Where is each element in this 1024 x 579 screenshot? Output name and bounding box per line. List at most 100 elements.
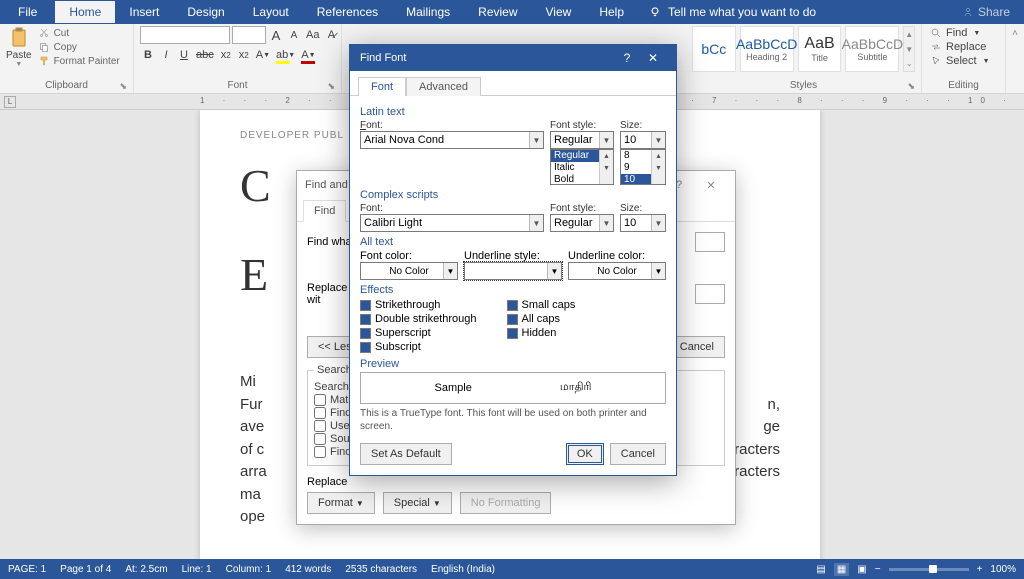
tab-font[interactable]: Font [358, 77, 406, 96]
style-tile-title[interactable]: AaBTitle [798, 26, 842, 72]
tab-home[interactable]: Home [55, 1, 115, 23]
size-listbox[interactable]: 8 9 10 ▲▼ [620, 149, 666, 185]
ok-button[interactable]: OK [566, 443, 604, 465]
complex-font-combo[interactable]: Calibri Light▼ [360, 214, 544, 232]
strikethrough-button[interactable]: abc [194, 46, 216, 64]
latin-font-combo[interactable]: Arial Nova Cond▼ [360, 131, 544, 149]
subscript-checkbox[interactable]: Subscript [360, 340, 477, 354]
status-words[interactable]: 412 words [285, 564, 331, 575]
style-tile-subtitle[interactable]: AaBbCcDSubtitle [845, 26, 899, 72]
special-button[interactable]: Special [383, 492, 452, 514]
help-button[interactable]: ? [614, 51, 640, 65]
tab-file[interactable]: File [0, 1, 55, 23]
format-painter-button[interactable]: Format Painter [36, 54, 122, 68]
zoom-in-button[interactable]: + [977, 564, 983, 575]
complex-style-combo[interactable]: Regular▼ [550, 214, 614, 232]
cancel-button[interactable]: Cancel [669, 336, 725, 358]
font-color-button[interactable]: A▼ [299, 46, 317, 64]
style-listbox[interactable]: Regular Italic Bold ▲▼ [550, 149, 614, 185]
small-caps-checkbox[interactable]: Small caps [507, 298, 576, 312]
ribbon-collapse-button[interactable]: ˄ [1006, 24, 1024, 93]
tab-insert[interactable]: Insert [115, 1, 173, 23]
find-label: Find [946, 27, 967, 39]
font-name-select[interactable] [140, 26, 230, 44]
bold-button[interactable]: B [140, 46, 156, 64]
web-layout-icon[interactable]: ▣ [857, 564, 866, 575]
italic-button[interactable]: I [158, 46, 174, 64]
chevron-up-icon[interactable]: ▲ [600, 150, 613, 162]
status-chars[interactable]: 2535 characters [345, 564, 417, 575]
cut-button[interactable]: Cut [36, 26, 122, 40]
copy-button[interactable]: Copy [36, 40, 122, 54]
paste-button[interactable]: Paste ▼ [6, 26, 32, 68]
status-at[interactable]: At: 2.5cm [125, 564, 167, 575]
underline-style-combo[interactable]: ▼ [464, 262, 562, 280]
tab-help[interactable]: Help [585, 1, 638, 23]
styles-scroll[interactable]: ▲▼⌄ [903, 26, 915, 72]
replace-button[interactable]: Replace [928, 40, 992, 54]
clipboard-launcher-icon[interactable]: ⬊ [119, 81, 127, 92]
tell-me-search[interactable]: Tell me what you want to do [648, 5, 816, 19]
tab-advanced[interactable]: Advanced [406, 77, 481, 96]
subscript-button[interactable]: x2 [218, 46, 234, 64]
tab-mailings[interactable]: Mailings [392, 1, 464, 23]
change-case-button[interactable]: Aa [304, 26, 321, 44]
styles-launcher-icon[interactable]: ⬊ [907, 81, 915, 92]
find-font-titlebar[interactable]: Find Font ? ✕ [350, 45, 676, 71]
zoom-thumb[interactable] [929, 565, 937, 573]
tab-find[interactable]: Find [303, 200, 346, 222]
select-button[interactable]: Select▼ [928, 54, 992, 68]
status-column[interactable]: Column: 1 [226, 564, 272, 575]
tab-layout[interactable]: Layout [239, 1, 303, 23]
chevron-up-icon[interactable]: ▲ [652, 150, 665, 162]
format-button[interactable]: Format [307, 492, 375, 514]
close-button[interactable]: ✕ [695, 179, 727, 192]
zoom-out-button[interactable]: − [875, 564, 881, 575]
set-default-button[interactable]: Set As Default [360, 443, 452, 465]
tab-review[interactable]: Review [464, 1, 531, 23]
latin-size-combo[interactable]: 10▼ [620, 131, 666, 149]
underline-color-combo[interactable]: No Color▼ [568, 262, 666, 280]
tab-references[interactable]: References [303, 1, 392, 23]
find-button[interactable]: Find▼ [928, 26, 992, 40]
status-page[interactable]: PAGE: 1 [8, 564, 46, 575]
find-what-input[interactable] [695, 232, 725, 252]
grow-font-button[interactable]: A [268, 26, 284, 44]
print-layout-icon[interactable]: ▦ [834, 563, 849, 576]
superscript-checkbox[interactable]: Superscript [360, 326, 477, 340]
font-color-combo[interactable]: No Color▼ [360, 262, 458, 280]
clear-formatting-button[interactable]: A̷ [323, 26, 339, 44]
cancel-button[interactable]: Cancel [610, 443, 666, 465]
replace-with-input[interactable] [695, 284, 725, 304]
zoom-level[interactable]: 100% [990, 564, 1016, 575]
complex-size-combo[interactable]: 10▼ [620, 214, 666, 232]
style-tile-0[interactable]: bCc [692, 26, 736, 72]
shrink-font-button[interactable]: A [286, 26, 302, 44]
text-effects-button[interactable]: A▼ [254, 46, 272, 64]
close-button[interactable]: ✕ [640, 51, 666, 65]
tab-selector[interactable]: L [4, 96, 16, 108]
tab-view[interactable]: View [532, 1, 586, 23]
zoom-slider[interactable] [889, 568, 969, 571]
share-button[interactable]: Share [962, 5, 1010, 19]
hidden-checkbox[interactable]: Hidden [507, 326, 576, 340]
lightbulb-icon [648, 5, 662, 19]
latin-style-combo[interactable]: Regular▼ [550, 131, 614, 149]
font-size-select[interactable] [232, 26, 266, 44]
chevron-down-icon[interactable]: ▼ [652, 162, 665, 174]
read-mode-icon[interactable]: ▤ [816, 564, 825, 575]
underline-button[interactable]: U [176, 46, 192, 64]
status-language[interactable]: English (India) [431, 564, 495, 575]
strikethrough-checkbox[interactable]: Strikethrough [360, 298, 477, 312]
highlight-button[interactable]: ab▼ [274, 46, 297, 64]
no-formatting-button[interactable]: No Formatting [460, 492, 552, 514]
double-strikethrough-checkbox[interactable]: Double strikethrough [360, 312, 477, 326]
status-line[interactable]: Line: 1 [182, 564, 212, 575]
chevron-down-icon[interactable]: ▼ [600, 162, 613, 174]
font-launcher-icon[interactable]: ⬊ [327, 81, 335, 92]
all-caps-checkbox[interactable]: All caps [507, 312, 576, 326]
tab-design[interactable]: Design [173, 1, 238, 23]
style-tile-heading2[interactable]: AaBbCcDHeading 2 [740, 26, 794, 72]
superscript-button[interactable]: x2 [236, 46, 252, 64]
status-page-of[interactable]: Page 1 of 4 [60, 564, 111, 575]
